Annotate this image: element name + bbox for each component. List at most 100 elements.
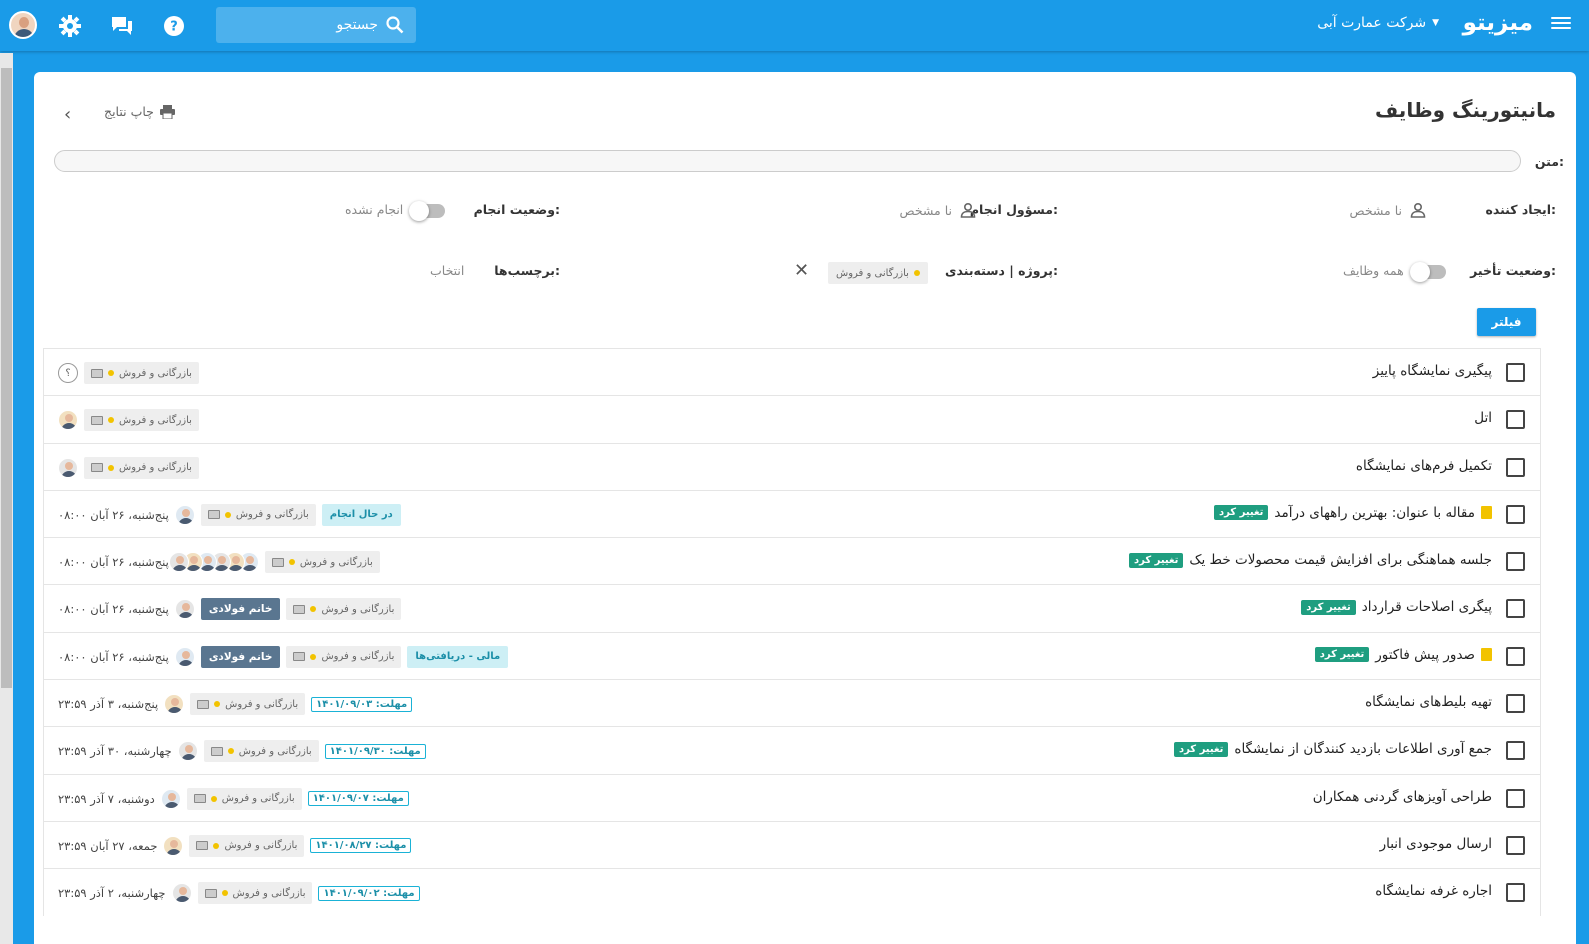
project-chip[interactable]: بازرگانی و فروش (186, 787, 302, 810)
project-chip[interactable]: بازرگانی و فروش (189, 834, 305, 857)
status-toggle[interactable] (409, 201, 445, 221)
avatar[interactable] (58, 457, 78, 478)
print-button[interactable]: چاپ نتایج (104, 104, 175, 119)
avatar[interactable] (164, 694, 185, 715)
app-logo[interactable]: میزیتو (1463, 10, 1534, 36)
task-title-group[interactable]: جلسه هماهنگی برای افزایش قیمت محصولات خط… (1128, 552, 1492, 568)
task-title[interactable]: طراحی آویزهای گردنی همکاران (1313, 789, 1492, 805)
project-chip[interactable]: بازرگانی و فروش (197, 882, 313, 905)
company-selector[interactable]: شرکت عمارت آبی ▼ (1317, 15, 1439, 31)
search-box[interactable]: جستجو (216, 7, 416, 43)
avatar[interactable] (160, 788, 181, 809)
project-chip[interactable]: بازرگانی و فروش (828, 262, 928, 284)
project-chip[interactable]: بازرگانی و فروش (286, 645, 402, 668)
avatar[interactable] (58, 410, 78, 431)
avatar[interactable] (174, 599, 195, 620)
task-title-group[interactable]: اتل (1474, 410, 1492, 426)
task-title[interactable]: پیگری اصلاحات قرارداد (1362, 599, 1492, 615)
creator-selector[interactable]: نا مشخص (1350, 202, 1427, 218)
task-title-group[interactable]: صدور پیش فاکتور تغییر کرد (1314, 647, 1492, 663)
avatar[interactable] (168, 552, 189, 573)
project-chip[interactable]: بازرگانی و فروش (203, 740, 319, 763)
table-row[interactable]: مقاله با عنوان: بهترین راههای درآمد تغییر… (43, 489, 1541, 538)
project-chip[interactable]: بازرگانی و فروش (190, 693, 306, 716)
project-icon (91, 368, 103, 378)
task-title[interactable]: تکمیل فرم‌های نمایشگاه (1356, 458, 1492, 474)
chevron-left-icon[interactable]: ‹ (64, 104, 71, 125)
task-title-group[interactable]: پیگری اصلاحات قرارداد تغییر کرد (1301, 599, 1492, 615)
task-title[interactable]: اتل (1474, 410, 1492, 426)
page-scrollbar[interactable] (0, 53, 13, 944)
table-row[interactable]: اتل بازرگانی و فروش (43, 395, 1541, 443)
tags-selector[interactable]: انتخاب (430, 263, 464, 278)
task-title[interactable]: صدور پیش فاکتور (1375, 647, 1475, 663)
task-title[interactable]: ارسال موجودی انبار (1380, 836, 1492, 852)
table-row[interactable]: پیگری اصلاحات قرارداد تغییر کرد پنج‌شنبه، … (43, 584, 1541, 632)
project-icon (293, 604, 306, 614)
avatar[interactable] (163, 835, 184, 856)
task-checkbox[interactable] (1506, 599, 1525, 619)
task-checkbox[interactable] (1506, 883, 1525, 903)
avatar[interactable] (171, 883, 192, 904)
avatar[interactable] (174, 504, 195, 525)
task-checkbox[interactable] (1506, 835, 1525, 855)
task-title-group[interactable]: مقاله با عنوان: بهترین راههای درآمد تغییر… (1213, 505, 1492, 521)
table-row[interactable]: تهیه بلیط‌های نمایشگاه پنج‌شنبه، ۳ آذر ۲۳… (43, 679, 1541, 727)
assignee-chip[interactable]: خانم فولادی (200, 645, 281, 668)
scroll-thumb[interactable] (1, 68, 12, 688)
menu-icon[interactable] (1551, 14, 1571, 32)
status-chip[interactable]: در حال انجام (321, 503, 401, 526)
task-checkbox[interactable] (1506, 694, 1525, 714)
task-checkbox[interactable] (1506, 504, 1525, 524)
task-title-group[interactable]: اجاره غرفه نمایشگاه (1375, 883, 1492, 899)
table-row[interactable]: تکمیل فرم‌های نمایشگاه بازرگانی و فروش (43, 442, 1541, 490)
chat-icon[interactable] (108, 12, 136, 40)
task-checkbox[interactable] (1506, 410, 1525, 430)
task-checkbox[interactable] (1506, 457, 1525, 477)
task-title-group[interactable]: تکمیل فرم‌های نمایشگاه (1356, 458, 1492, 474)
project-chip[interactable]: بازرگانی و فروش (264, 551, 380, 574)
project-chip[interactable]: بازرگانی و فروش (84, 409, 199, 432)
user-avatar[interactable] (9, 11, 37, 39)
text-filter-input[interactable] (54, 150, 1521, 172)
task-title[interactable]: مقاله با عنوان: بهترین راههای درآمد (1274, 505, 1475, 521)
table-row[interactable]: جلسه هماهنگی برای افزایش قیمت محصولات خط… (43, 537, 1541, 585)
task-checkbox[interactable] (1506, 363, 1525, 382)
avatar-group[interactable] (168, 552, 259, 573)
project-chip[interactable]: بازرگانی و فروش (84, 362, 199, 384)
task-title-group[interactable]: جمع آوری اطلاعات بازدید کنندگان از نمایش… (1173, 741, 1492, 757)
table-row[interactable]: جمع آوری اطلاعات بازدید کنندگان از نمایش… (43, 726, 1541, 774)
status-chip[interactable]: مالی - دریافتی‌ها (407, 645, 509, 668)
assignee-chip[interactable]: خانم فولادی (200, 598, 281, 621)
table-row[interactable]: ارسال موجودی انبار جمعه، ۲۷ آبان ۲۳:۵۹ باز… (43, 820, 1541, 869)
task-title[interactable]: جلسه هماهنگی برای افزایش قیمت محصولات خط… (1189, 552, 1492, 568)
task-checkbox[interactable] (1506, 646, 1525, 666)
gear-icon[interactable] (56, 12, 84, 40)
task-title-group[interactable]: طراحی آویزهای گردنی همکاران (1313, 789, 1492, 805)
task-checkbox[interactable] (1506, 741, 1525, 761)
task-title-group[interactable]: پیگیری نمایشگاه پاییز (1373, 363, 1492, 379)
task-title[interactable]: پیگیری نمایشگاه پاییز (1373, 363, 1492, 379)
task-title-group[interactable]: تهیه بلیط‌های نمایشگاه (1365, 694, 1492, 710)
assignee-selector[interactable]: نا مشخص (900, 202, 977, 218)
table-row[interactable]: اجاره غرفه نمایشگاه چهارشنبه، ۲ آذر ۲۳:۵۹… (43, 868, 1541, 916)
table-row[interactable]: پیگیری نمایشگاه پاییز ؟ بازرگانی و فروش (43, 348, 1541, 396)
task-title-group[interactable]: ارسال موجودی انبار (1380, 836, 1492, 852)
task-title[interactable]: اجاره غرفه نمایشگاه (1375, 883, 1492, 899)
table-row[interactable]: طراحی آویزهای گردنی همکاران دوشنبه، ۷ آذر… (43, 773, 1541, 821)
task-checkbox[interactable] (1506, 788, 1525, 808)
avatar[interactable] (174, 646, 195, 667)
help-icon[interactable]: ? (160, 12, 188, 40)
task-title[interactable]: جمع آوری اطلاعات بازدید کنندگان از نمایش… (1234, 741, 1492, 757)
avatar[interactable] (177, 741, 198, 762)
project-chip[interactable]: بازرگانی و فروش (200, 503, 316, 526)
filter-button[interactable]: فیلتر (1477, 308, 1536, 336)
task-title[interactable]: تهیه بلیط‌های نمایشگاه (1365, 694, 1492, 710)
delay-toggle[interactable] (1410, 262, 1446, 282)
task-checkbox[interactable] (1506, 552, 1525, 572)
project-chip[interactable]: بازرگانی و فروش (84, 456, 199, 479)
table-row[interactable]: صدور پیش فاکتور تغییر کرد پنج‌شنبه، ۲۶ آبا… (43, 631, 1541, 680)
clear-icon[interactable]: ✕ (794, 260, 809, 281)
unknown-assignee-icon[interactable]: ؟ (58, 363, 78, 383)
project-chip[interactable]: بازرگانی و فروش (286, 598, 402, 621)
